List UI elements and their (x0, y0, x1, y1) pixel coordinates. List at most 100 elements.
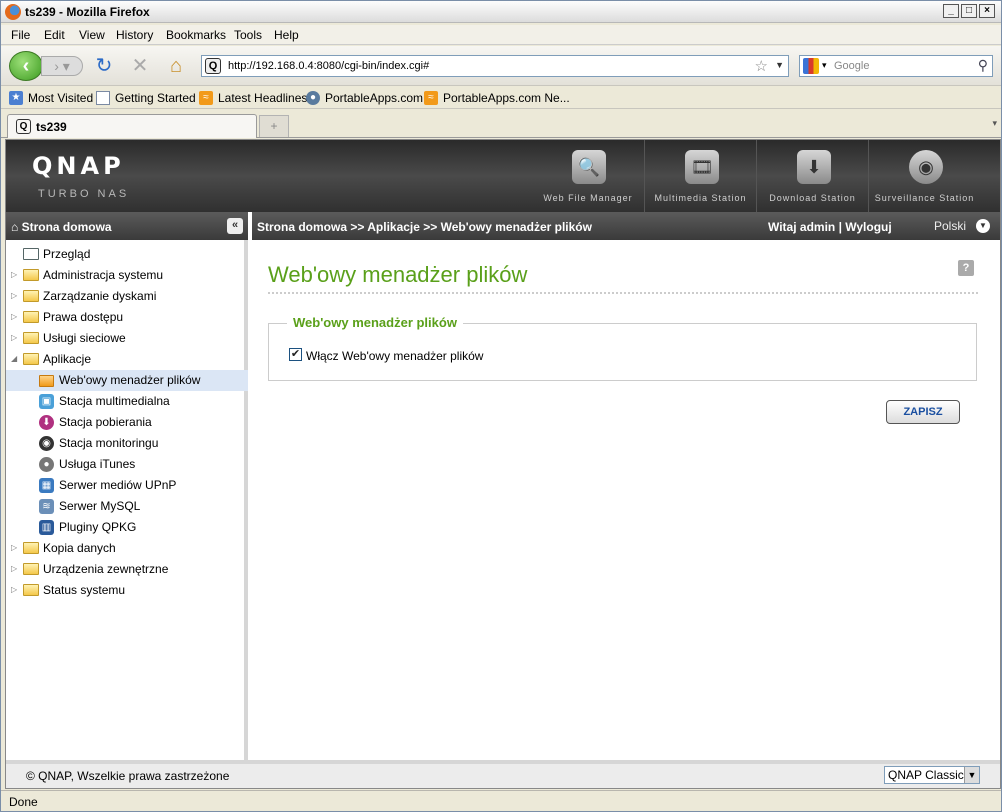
address-bar[interactable]: Q http://192.168.0.4:8080/cgi-bin/index.… (201, 55, 789, 77)
breadcrumb[interactable]: Strona domowa >> Aplikacje >> Web'owy me… (257, 220, 592, 234)
url-dropdown-icon[interactable]: ▼ (775, 60, 784, 70)
sidebar-item-status[interactable]: ▷ Status systemu (6, 580, 248, 601)
sidebar-item-uslugi[interactable]: ▷ Usługi sieciowe (6, 328, 248, 349)
firefox-logo-icon (5, 4, 21, 20)
breadcrumb-bar: Strona domowa >> Aplikacje >> Web'owy me… (252, 212, 1000, 240)
menu-help[interactable]: Help (274, 28, 299, 42)
sidebar-item-monitoring[interactable]: ◉ Stacja monitoringu (6, 433, 248, 454)
most-visited-icon: ★ (9, 91, 23, 105)
close-button[interactable]: × (979, 4, 995, 18)
sidebar-item-prawa[interactable]: ▷ Prawa dostępu (6, 307, 248, 328)
sidebar-item-dyski[interactable]: ▷ Zarządzanie dyskami (6, 286, 248, 307)
back-button[interactable]: ‹ (9, 51, 43, 81)
google-engine-icon[interactable] (803, 58, 819, 74)
main-content: Web'owy menadżer plików ? Web'owy menadż… (252, 240, 1000, 760)
qnap-header: QNAP TURBO NAS 🔍 Web File Manager 🎞 Mult… (6, 140, 1000, 212)
sidebar-title: ⌂ Strona domowa (11, 220, 112, 234)
menu-tools[interactable]: Tools (234, 28, 262, 42)
sidebar-item-web-file-manager[interactable]: Web'owy menadżer plików (6, 370, 248, 391)
collapse-sidebar-icon[interactable]: « (227, 218, 243, 234)
search-box[interactable]: ▾ Google ⚲ (799, 55, 993, 77)
expand-arrow-icon[interactable]: ▷ (11, 543, 17, 552)
status-bar: Done (1, 790, 1001, 811)
folder-icon (23, 584, 39, 596)
folder-icon (23, 311, 39, 323)
enable-checkbox[interactable]: ✔ (289, 348, 302, 361)
bookmark-latest-headlines[interactable]: ≈ Latest Headlines (199, 91, 307, 105)
theme-select[interactable]: QNAP Classic ▼ (884, 766, 980, 784)
browser-window: ts239 - Mozilla Firefox _ □ × File Edit … (0, 0, 1002, 812)
maximize-button[interactable]: □ (961, 4, 977, 18)
sidebar-item-mysql[interactable]: ≋ Serwer MySQL (6, 496, 248, 517)
menu-file[interactable]: File (11, 28, 30, 42)
bookmark-portableapps[interactable]: ● PortableApps.com (306, 91, 423, 105)
sidebar: ⌂ Strona domowa « Przegląd ▷ Administrac… (6, 212, 248, 760)
mysql-icon: ≋ (39, 499, 54, 514)
help-icon[interactable]: ? (958, 260, 974, 276)
tab-ts239[interactable]: Q ts239 (7, 114, 257, 138)
page-icon (96, 91, 110, 105)
sidebar-item-urzadzenia[interactable]: ▷ Urządzenia zewnętrzne (6, 559, 248, 580)
apple-icon: ● (39, 457, 54, 472)
language-label[interactable]: Polski (934, 219, 966, 233)
reload-icon[interactable]: ↻ (93, 55, 115, 77)
minimize-button[interactable]: _ (943, 4, 959, 18)
folder-icon (23, 332, 39, 344)
portableapps-icon: ● (306, 91, 320, 105)
expand-arrow-icon[interactable]: ▷ (11, 270, 17, 279)
menu-bookmarks[interactable]: Bookmarks (166, 28, 226, 42)
expand-arrow-icon[interactable]: ▷ (11, 291, 17, 300)
sidebar-item-pobierania[interactable]: ⬇ Stacja pobierania (6, 412, 248, 433)
sidebar-item-multimedia[interactable]: ▣ Stacja multimedialna (6, 391, 248, 412)
sidebar-header: ⌂ Strona domowa « (6, 212, 248, 240)
menu-view[interactable]: View (79, 28, 105, 42)
multimedia-station-shortcut[interactable]: 🎞 Multimedia Station (644, 140, 756, 212)
tab-list-icon[interactable]: ▾ (992, 118, 997, 129)
collapse-arrow-icon[interactable]: ◢ (11, 354, 17, 363)
sidebar-item-aplikacje[interactable]: ◢ Aplikacje (6, 349, 248, 370)
bookmark-getting-started[interactable]: Getting Started (96, 91, 196, 105)
welcome-logout[interactable]: Witaj admin | Wyloguj (768, 220, 892, 234)
new-tab-button[interactable]: + (259, 115, 289, 137)
sidebar-item-itunes[interactable]: ● Usługa iTunes (6, 454, 248, 475)
bookmark-star-icon[interactable]: ☆ (755, 57, 768, 75)
bookmarks-toolbar: ★ Most Visited Getting Started ≈ Latest He… (1, 87, 1001, 109)
overview-icon (23, 248, 39, 260)
stop-icon[interactable]: ✕ (129, 55, 151, 77)
sidebar-item-upnp[interactable]: ▦ Serwer mediów UPnP (6, 475, 248, 496)
web-file-manager-icon: 🔍 (572, 150, 606, 184)
language-dropdown-icon[interactable]: ▼ (976, 219, 990, 233)
web-file-manager-shortcut[interactable]: 🔍 Web File Manager (532, 140, 644, 212)
sidebar-item-kopia[interactable]: ▷ Kopia danych (6, 538, 248, 559)
menu-edit[interactable]: Edit (44, 28, 65, 42)
bookmark-portableapps-news[interactable]: ≈ PortableApps.com Ne... (424, 91, 570, 105)
expand-arrow-icon[interactable]: ▷ (11, 564, 17, 573)
enable-checkbox-label[interactable]: Włącz Web'owy menadżer plików (306, 349, 483, 363)
chevron-down-icon[interactable]: ▼ (964, 767, 979, 783)
surveillance-station-shortcut[interactable]: ◉ Surveillance Station (868, 140, 980, 212)
bookmark-most-visited[interactable]: ★ Most Visited (9, 91, 93, 105)
menu-history[interactable]: History (116, 28, 153, 42)
multimedia-icon: ▣ (39, 394, 54, 409)
open-folder-icon (23, 353, 39, 365)
search-icon[interactable]: ⚲ (978, 57, 988, 74)
sidebar-item-qpkg[interactable]: ▥ Pluginy QPKG (6, 517, 248, 538)
qnap-logo: QNAP (32, 152, 125, 180)
download-station-shortcut[interactable]: ⬇ Download Station (756, 140, 868, 212)
engine-dropdown-icon[interactable]: ▾ (822, 60, 827, 71)
settings-fieldset: Web'owy menadżer plików ✔ Włącz Web'owy … (268, 315, 977, 381)
folder-icon (23, 269, 39, 281)
navigation-toolbar: ‹ › ▾ ↻ ✕ ⌂ Q http://192.168.0.4:8080/cg… (1, 46, 1001, 86)
search-placeholder: Google (834, 60, 870, 72)
forward-button[interactable]: › ▾ (41, 56, 83, 76)
sidebar-item-przeglad[interactable]: Przegląd (6, 244, 248, 265)
expand-arrow-icon[interactable]: ▷ (11, 333, 17, 342)
sidebar-item-administracja[interactable]: ▷ Administracja systemu (6, 265, 248, 286)
expand-arrow-icon[interactable]: ▷ (11, 312, 17, 321)
title-bar: ts239 - Mozilla Firefox _ □ × (1, 1, 1001, 23)
camera-icon: ◉ (39, 436, 54, 451)
copyright: © QNAP, Wszelkie prawa zastrzeżone (26, 769, 230, 783)
home-icon[interactable]: ⌂ (165, 55, 187, 77)
expand-arrow-icon[interactable]: ▷ (11, 585, 17, 594)
save-button[interactable]: ZAPISZ (886, 400, 960, 424)
